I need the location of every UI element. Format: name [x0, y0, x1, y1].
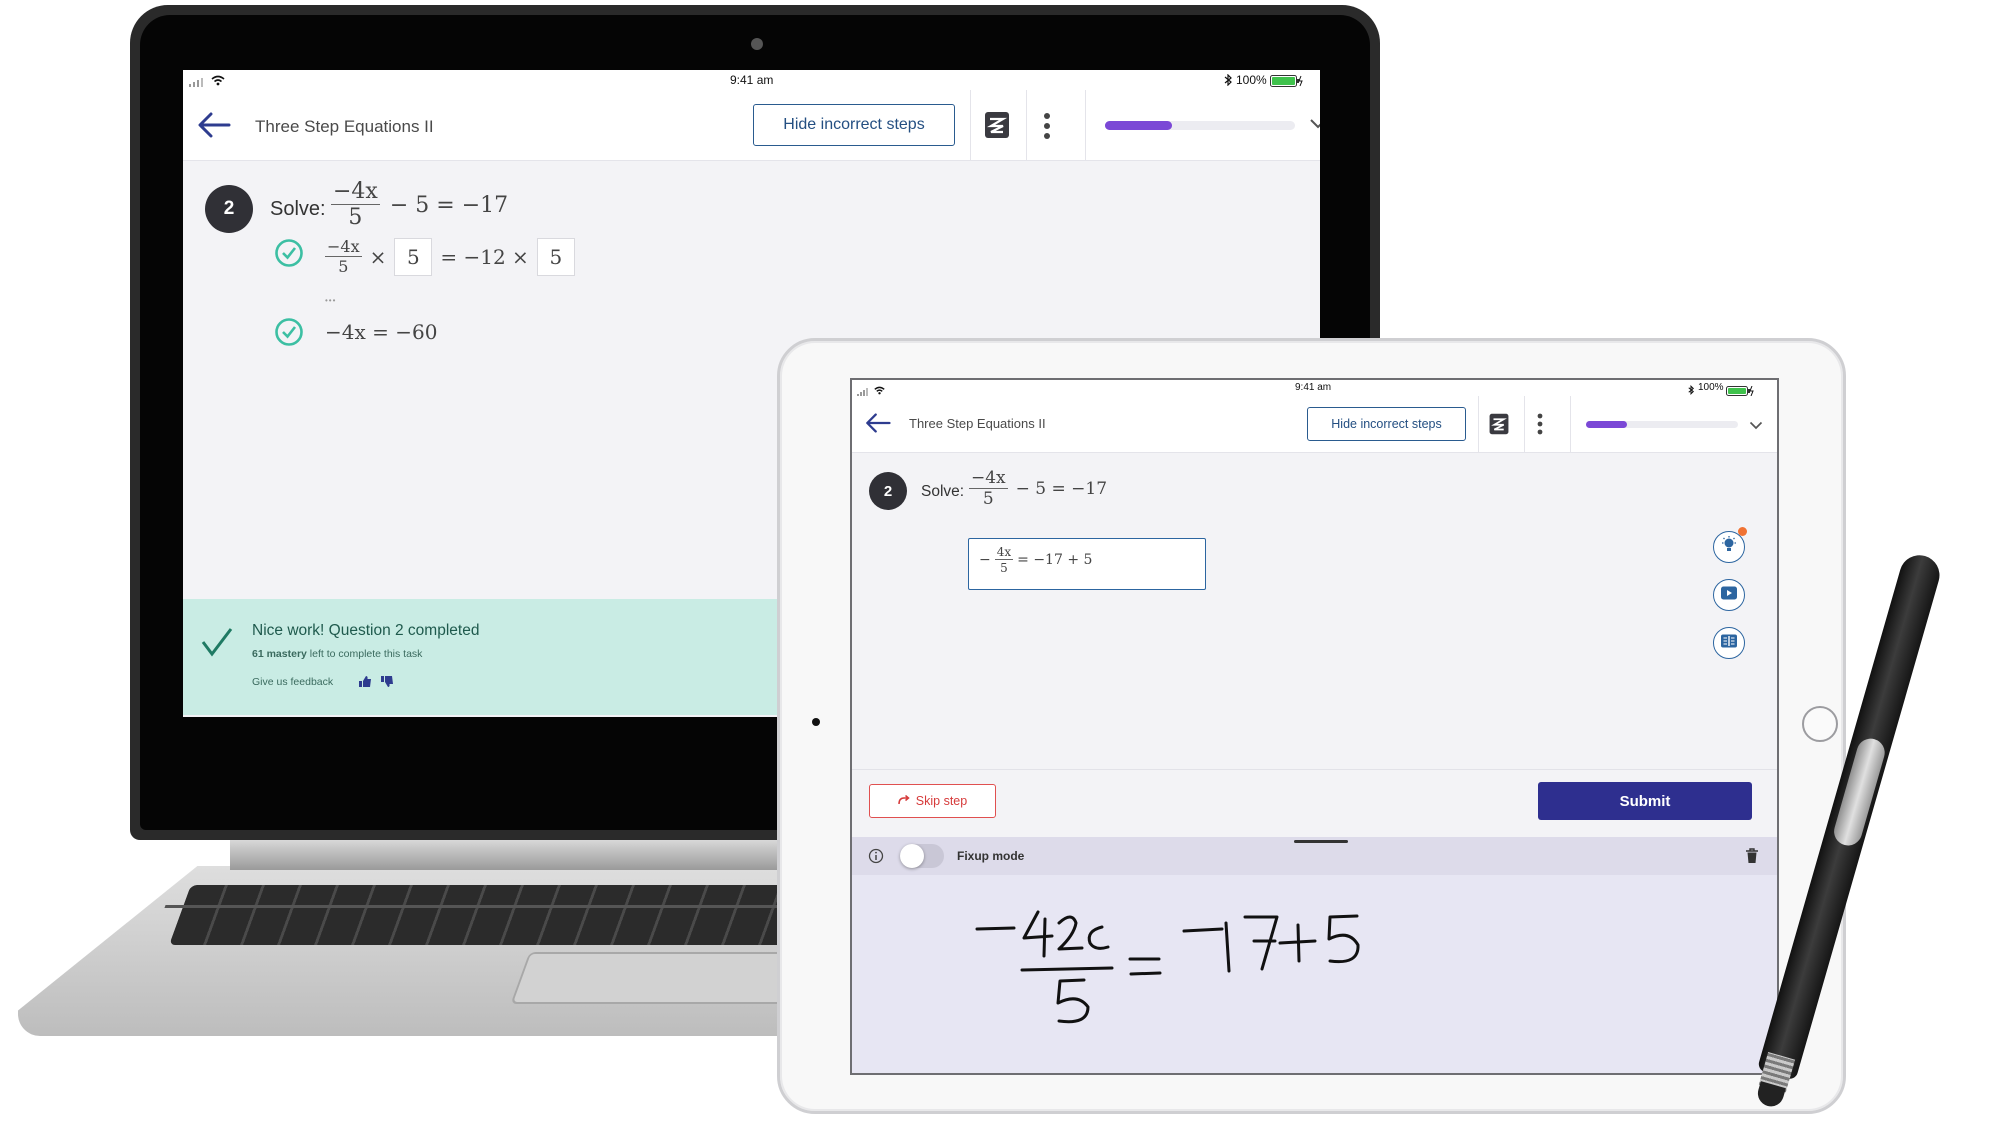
more-vert-icon[interactable]: [1537, 413, 1543, 440]
app-bar: Three Step Equations II Hide incorrect s…: [183, 90, 1320, 161]
collapsed-steps-ellipsis[interactable]: •••: [325, 296, 336, 305]
divider: [1478, 396, 1479, 452]
progress-bar: [1586, 421, 1738, 428]
tablet-home-button[interactable]: [1802, 706, 1838, 742]
problem-equation: −4x 5 − 5 = −17: [969, 470, 1107, 508]
skip-icon: [898, 794, 910, 808]
status-bar: 9:41 am 100%: [183, 70, 1320, 90]
fraction-denominator: 5: [982, 489, 994, 509]
divider: [1570, 396, 1571, 452]
fraction-denominator: 5: [348, 205, 363, 230]
fraction-numerator: −4x: [969, 468, 1008, 489]
status-time: 9:41 am: [730, 73, 774, 87]
answer-sign: −: [979, 552, 991, 568]
divider: [1085, 90, 1086, 160]
give-feedback-label: Give us feedback: [252, 676, 334, 688]
submit-button[interactable]: Submit: [1538, 782, 1752, 820]
handwritten-equation: [975, 910, 1360, 1024]
problem-fraction: −4x 5: [331, 181, 380, 229]
divider: [1026, 90, 1027, 160]
page-title: Three Step Equations II: [909, 416, 1046, 431]
handwriting-canvas[interactable]: [852, 875, 1777, 1073]
answer-input[interactable]: − 4x 5 = −17 + 5: [968, 538, 1206, 590]
battery-percent: 100%: [1698, 382, 1724, 393]
thumbs-down-icon[interactable]: [380, 675, 394, 693]
video-button[interactable]: [1713, 579, 1745, 611]
solve-label: Solve:: [270, 198, 326, 220]
status-time: 9:41 am: [1295, 382, 1332, 393]
fraction-numerator: 4x: [994, 545, 1014, 560]
progress-fill: [1105, 121, 1172, 130]
tablet-screen: 9:41 am 100% Three Step Equations II Hid…: [850, 378, 1779, 1075]
step-1-middle: = −12 ×: [440, 245, 529, 269]
progress-bar: [1105, 121, 1295, 130]
play-video-icon: [1720, 585, 1738, 606]
fixup-mode-label: Fixup mode: [957, 849, 1025, 863]
notebook-icon[interactable]: [1488, 412, 1510, 441]
tablet-camera: [812, 718, 820, 726]
notification-dot: [1738, 527, 1747, 536]
divider: [852, 769, 1777, 770]
answer-equation: − 4x 5 = −17 + 5: [979, 546, 1092, 574]
chevron-down-icon[interactable]: [1749, 418, 1763, 436]
divider: [1524, 396, 1525, 452]
fixup-mode-toggle[interactable]: [900, 844, 944, 868]
question-number-badge: 2: [869, 472, 907, 510]
problem-fraction: −4x 5: [969, 470, 1008, 508]
fraction-numerator: −4x: [325, 237, 362, 257]
page-title: Three Step Equations II: [255, 117, 434, 136]
back-arrow-icon[interactable]: [865, 412, 891, 434]
problem-rest: − 5 = −17: [389, 192, 509, 218]
feedback-mastery: 61 mastery left to complete this task: [252, 648, 422, 660]
progress-fill: [1586, 421, 1628, 428]
problem-rest: − 5 = −17: [1015, 479, 1108, 499]
checkmark-icon: [200, 625, 234, 664]
worked-example-button[interactable]: [1713, 627, 1745, 659]
divider: [970, 90, 971, 160]
more-vert-icon[interactable]: [1043, 112, 1051, 145]
times-sign: ×: [369, 245, 387, 269]
skip-step-button[interactable]: Skip step: [869, 784, 996, 818]
step-1-box-left: 5: [394, 238, 433, 276]
notebook-icon[interactable]: [983, 110, 1011, 145]
chevron-down-icon[interactable]: [1309, 117, 1320, 135]
solve-label: Solve:: [921, 483, 965, 500]
check-circle-icon: [274, 317, 304, 352]
battery-percent: 100%: [1236, 73, 1267, 87]
bluetooth-icon: [1224, 73, 1232, 91]
step-2-equation: −4x = −60: [325, 320, 438, 344]
info-icon[interactable]: [868, 848, 884, 869]
wifi-icon: [211, 73, 225, 91]
thumbs-up-icon[interactable]: [358, 675, 372, 693]
fraction-numerator: −4x: [331, 179, 380, 205]
drag-handle[interactable]: [1294, 840, 1348, 843]
feedback-title: Nice work! Question 2 completed: [252, 622, 480, 639]
problem-equation: −4x 5 − 5 = −17: [331, 181, 508, 229]
fraction-denominator: 5: [338, 257, 349, 276]
step-1-box-right: 5: [536, 238, 575, 276]
laptop-camera: [751, 38, 763, 50]
mastery-value: 61 mastery: [252, 648, 307, 660]
status-bar: 9:41 am 100%: [852, 380, 1777, 397]
app-bar: Three Step Equations II Hide incorrect s…: [852, 396, 1777, 453]
lightbulb-icon: [1721, 535, 1737, 559]
mastery-rest: left to complete this task: [306, 648, 423, 660]
answer-fraction: 4x 5: [994, 545, 1014, 575]
step-1-equation: −4x 5 × 5 = −12 × 5: [325, 238, 575, 276]
book-icon: [1720, 633, 1738, 654]
toggle-knob: [900, 844, 924, 868]
fraction-denominator: 5: [1000, 561, 1008, 575]
question-number-badge: 2: [205, 185, 253, 233]
step-1-fraction: −4x 5: [325, 239, 362, 275]
answer-rest: = −17 + 5: [1017, 552, 1093, 568]
hide-incorrect-steps-button[interactable]: Hide incorrect steps: [1307, 407, 1466, 441]
trash-icon[interactable]: [1745, 848, 1759, 869]
check-circle-icon: [274, 238, 304, 273]
skip-step-label: Skip step: [915, 794, 968, 808]
hide-incorrect-steps-button[interactable]: Hide incorrect steps: [753, 104, 955, 146]
back-arrow-icon[interactable]: [197, 112, 231, 138]
